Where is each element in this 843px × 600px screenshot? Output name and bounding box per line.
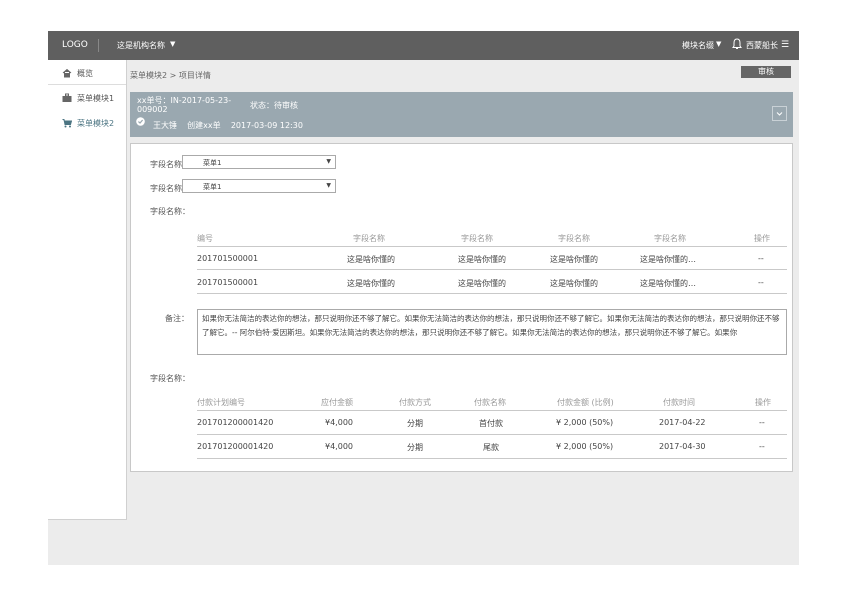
select-value: 菜单1 <box>203 159 222 167</box>
table-cell: ¥ 2,000 (50%) <box>556 442 614 451</box>
table-cell: 分期 <box>407 443 423 452</box>
chevron-down-icon[interactable]: ▼ <box>716 40 721 48</box>
field-label: 字段名称： <box>150 207 190 216</box>
field-label: 备注： <box>165 314 189 323</box>
table-cell: ¥4,000 <box>325 418 353 427</box>
logo: LOGO <box>62 40 88 50</box>
table-cell: 这是啥你懂的 <box>347 279 395 288</box>
table-cell: 201701500001 <box>197 278 259 287</box>
sidebar: 概览 菜单模块1 菜单模块2 <box>48 60 127 520</box>
sidebar-item-label: 菜单模块2 <box>77 119 115 128</box>
divider <box>197 293 787 294</box>
home-icon <box>62 68 72 78</box>
sidebar-item-overview[interactable]: 概览 <box>48 62 126 85</box>
created-time: 2017-03-09 12:30 <box>230 121 303 130</box>
table-cell: 这是啥你懂的 <box>550 255 598 264</box>
sidebar-item-module1[interactable]: 菜单模块1 <box>48 87 126 109</box>
detail-panel: 字段名称： 菜单1 ▼ 字段名称： 菜单1 ▼ 字段名称： 编号 字段名称 字段… <box>130 143 793 472</box>
cart-icon <box>62 119 72 128</box>
table-cell: 尾款 <box>483 443 499 452</box>
divider <box>197 410 787 411</box>
column-header: 付款名称 <box>474 398 506 407</box>
sidebar-item-label: 概览 <box>77 69 93 78</box>
table-cell: 这是啥你懂的 <box>347 255 395 264</box>
chevron-down-icon: ▼ <box>326 182 331 189</box>
column-header: 字段名称 <box>461 234 493 243</box>
table-cell: 分期 <box>407 419 423 428</box>
field2-select[interactable]: 菜单1 ▼ <box>182 179 336 193</box>
divider <box>98 39 99 52</box>
chevron-down-icon[interactable]: ▼ <box>170 40 175 48</box>
module-switcher[interactable]: 模块名缀 <box>682 40 714 51</box>
order-info-banner: xx单号：IN-2017-05-23-009002 状态：待审核 王大锤 创建x… <box>130 92 793 137</box>
column-header: 字段名称 <box>558 234 590 243</box>
status-badge: 状态：待审核 <box>250 101 298 110</box>
field1-select[interactable]: 菜单1 ▼ <box>182 155 336 169</box>
divider <box>197 434 787 435</box>
main-content: 菜单模块2 > 项目详情 审核 xx单号：IN-2017-05-23-00900… <box>127 60 799 565</box>
app-frame: LOGO 这是机构名称 ▼ 模块名缀 ▼ 西蒙船长 ☰ 概览 菜单模块1 菜单模… <box>48 31 799 565</box>
column-header: 应付金额 <box>321 398 353 407</box>
table-cell: 201701200001420 <box>197 442 274 451</box>
field-label: 字段名称： <box>150 374 190 383</box>
user-name[interactable]: 西蒙船长 <box>746 40 778 51</box>
select-value: 菜单1 <box>203 183 222 191</box>
items-table: 编号 字段名称 字段名称 字段名称 字段名称 操作 201701500001 这… <box>197 228 787 298</box>
table-cell: 这是啥你懂的 <box>458 255 506 264</box>
review-button[interactable]: 审核 <box>741 66 791 78</box>
divider <box>197 246 787 247</box>
column-header: 操作 <box>754 234 770 243</box>
sidebar-item-module2[interactable]: 菜单模块2 <box>48 112 126 134</box>
table-cell: 201701500001 <box>197 254 259 263</box>
order-number: xx单号：IN-2017-05-23-009002 <box>137 96 232 114</box>
column-header: 字段名称 <box>353 234 385 243</box>
breadcrumb[interactable]: 菜单模块2 > 项目详情 <box>130 70 211 81</box>
column-header: 付款金额 (比例) <box>557 398 614 407</box>
row-action[interactable]: -- <box>758 254 764 263</box>
column-header: 付款方式 <box>399 398 431 407</box>
column-header: 字段名称 <box>654 234 686 243</box>
chevron-down-icon: ▼ <box>326 158 331 165</box>
table-cell: 这是啥你懂的… <box>640 279 696 288</box>
note-textarea[interactable]: 如果你无法简洁的表达你的想法，那只说明你还不够了解它。如果你无法简洁的表达你的想… <box>197 309 787 355</box>
table-cell: ¥ 2,000 (50%) <box>556 418 614 427</box>
check-circle-icon <box>136 117 145 126</box>
payment-table: 付款计划编号 应付金额 付款方式 付款名称 付款金额 (比例) 付款时间 操作 … <box>197 392 787 462</box>
org-switcher[interactable]: 这是机构名称 <box>117 40 165 51</box>
column-header: 编号 <box>197 234 213 243</box>
table-cell: ¥4,000 <box>325 442 353 451</box>
sidebar-item-label: 菜单模块1 <box>77 94 115 103</box>
table-cell: 首付款 <box>479 419 503 428</box>
column-header: 付款计划编号 <box>197 398 245 407</box>
briefcase-icon <box>62 93 72 102</box>
row-action[interactable]: -- <box>758 278 764 287</box>
top-bar: LOGO 这是机构名称 ▼ 模块名缀 ▼ 西蒙船长 ☰ <box>48 31 799 60</box>
divider <box>197 269 787 270</box>
divider <box>197 458 787 459</box>
module-name: 模块名缀 <box>682 41 714 50</box>
row-action[interactable]: -- <box>759 442 765 451</box>
row-action[interactable]: -- <box>759 418 765 427</box>
table-cell: 这是啥你懂的 <box>550 279 598 288</box>
created-info: 王大锤 创建xx单 2017-03-09 12:30 <box>153 120 303 131</box>
table-cell: 2017-04-30 <box>659 442 706 451</box>
column-header: 操作 <box>755 398 771 407</box>
creator-name: 王大锤 <box>153 121 177 130</box>
bell-icon[interactable] <box>732 38 742 50</box>
table-cell: 这是啥你懂的… <box>640 255 696 264</box>
column-header: 付款时间 <box>663 398 695 407</box>
table-cell: 201701200001420 <box>197 418 274 427</box>
created-text: 创建xx单 <box>187 121 221 130</box>
org-name: 这是机构名称 <box>117 41 165 50</box>
table-cell: 这是啥你懂的 <box>458 279 506 288</box>
chevron-down-icon <box>776 112 783 116</box>
expand-button[interactable] <box>772 106 787 121</box>
hamburger-icon[interactable]: ☰ <box>781 40 789 50</box>
table-cell: 2017-04-22 <box>659 418 706 427</box>
